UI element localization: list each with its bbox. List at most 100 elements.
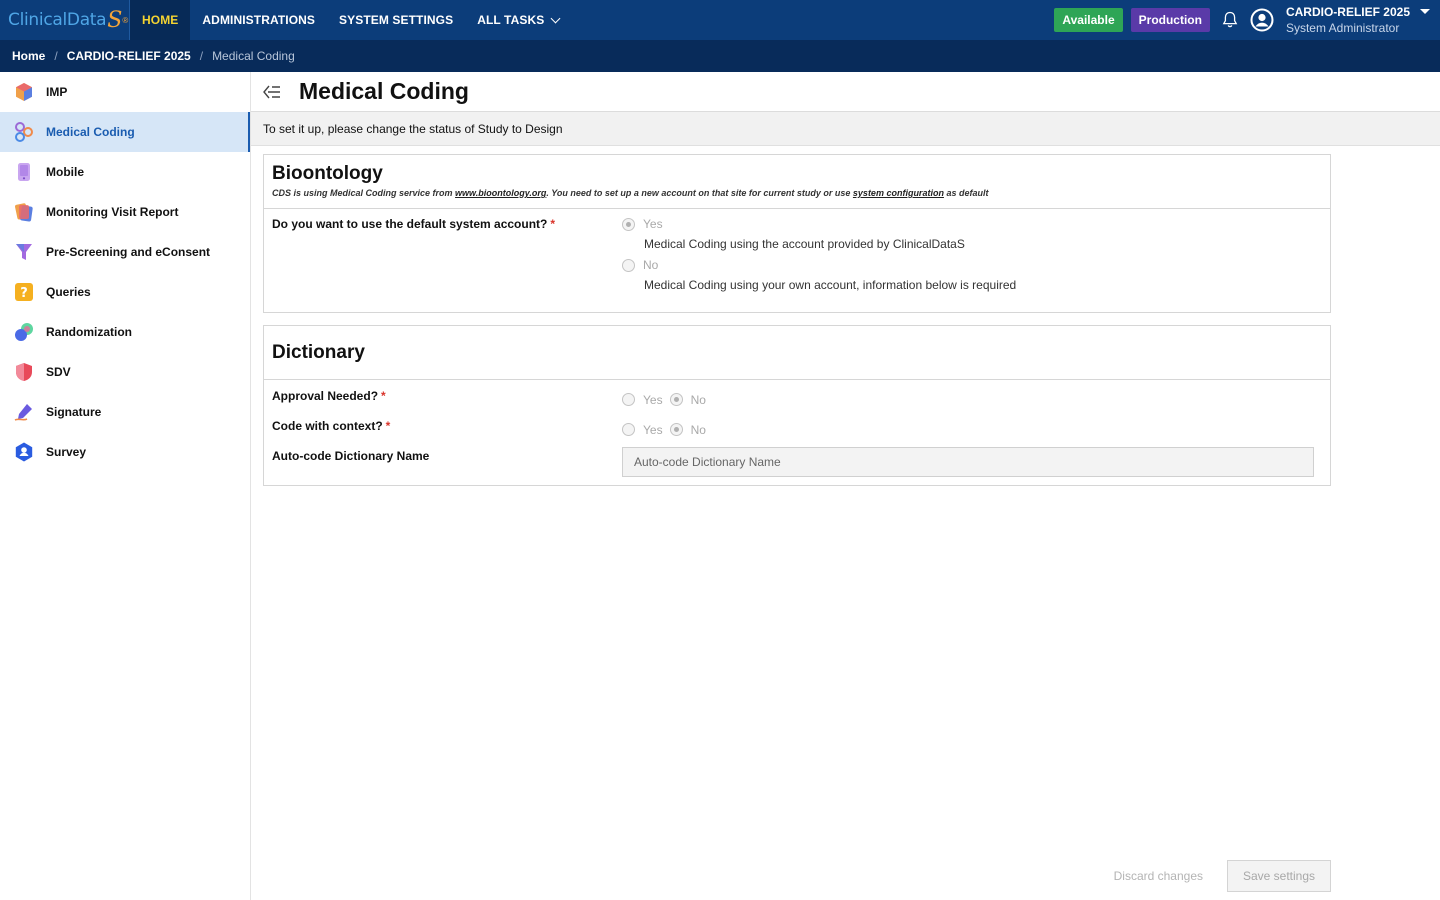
sidebar-item-label: IMP (46, 85, 68, 99)
main-content: Medical Coding To set it up, please chan… (251, 72, 1440, 900)
sidebar-item-imp[interactable]: IMP (0, 72, 250, 112)
autocode-dictionary-input[interactable]: Auto-code Dictionary Name (622, 447, 1314, 477)
dictionary-section: Dictionary Approval Needed? * Yes No Code… (263, 325, 1331, 486)
section-title: Bioontology (272, 163, 383, 184)
pen-icon (13, 401, 35, 423)
bioontology-header: Bioontology CDS is using Medical Coding … (264, 155, 1330, 209)
approval-options: Yes No (622, 389, 706, 410)
sidebar-item-label: Monitoring Visit Report (46, 205, 179, 219)
user-menu[interactable]: CARDIO-RELIEF 2025 System Administrator (1286, 5, 1410, 36)
sidebar-item-label: Medical Coding (46, 125, 135, 139)
sidebar-item-label: Randomization (46, 325, 132, 339)
approval-radio-yes[interactable] (622, 393, 635, 406)
collapse-sidebar-icon[interactable] (263, 82, 283, 102)
logo-text: ClinicalData (8, 10, 107, 30)
account-icon[interactable] (1250, 8, 1274, 32)
logo-registered-mark: ® (122, 15, 129, 25)
approval-radio-no[interactable] (669, 393, 683, 406)
current-study-name: CARDIO-RELIEF 2025 (1285, 4, 1410, 19)
caret-down-icon[interactable] (1420, 8, 1430, 14)
sidebar-item-label: Mobile (46, 165, 84, 179)
form-actions: Discard changes Save settings (1114, 860, 1331, 892)
section-title: Dictionary (272, 342, 365, 363)
context-radio-yes[interactable] (622, 423, 635, 436)
report-icon (13, 201, 35, 223)
breadcrumb-study[interactable]: CARDIO-RELIEF 2025 (67, 49, 191, 63)
cube-icon (13, 81, 35, 103)
breadcrumb-separator: / (199, 49, 204, 63)
status-badge: Available (1054, 8, 1123, 32)
option-label: Yes (643, 392, 663, 407)
sidebar-item-label: SDV (46, 365, 71, 379)
system-configuration-link[interactable]: system configuration (853, 188, 944, 198)
sidebar-item-monitoring-visit-report[interactable]: Monitoring Visit Report (0, 192, 250, 232)
nav-all-tasks[interactable]: ALL TASKS (465, 0, 571, 40)
required-mark: * (385, 419, 391, 433)
sidebar-item-signature[interactable]: Signature (0, 392, 250, 432)
option-yes[interactable]: Yes (622, 217, 1016, 231)
context-label: Code with context? (272, 419, 383, 433)
description-text: CDS is using Medical Coding service from (272, 188, 456, 198)
sidebar-item-pre-screening-econsent[interactable]: Pre-Screening and eConsent (0, 232, 250, 272)
option-description: Medical Coding using your own account, i… (644, 278, 1017, 292)
nav-home-label: HOME (142, 13, 179, 27)
breadcrumb-home[interactable]: Home (12, 49, 45, 63)
clinicaldatas-logo[interactable]: ClinicalData S ® (0, 0, 130, 40)
sidebar: IMP Medical Coding Mobile Monitoring Vis… (0, 72, 251, 900)
bell-icon[interactable] (1218, 8, 1242, 32)
bioontology-section: Bioontology CDS is using Medical Coding … (263, 154, 1331, 313)
option-label: Yes (643, 217, 663, 231)
section-description: CDS is using Medical Coding service from… (272, 188, 1322, 198)
field-label: Approval Needed? * (264, 389, 622, 410)
context-radio-no[interactable] (669, 423, 683, 436)
default-account-question: Do you want to use the default system ac… (272, 217, 548, 231)
option-label: No (690, 422, 706, 437)
context-row: Code with context? * Yes No (264, 410, 1330, 440)
sidebar-item-survey[interactable]: Survey (0, 432, 250, 472)
option-label: No (690, 392, 706, 407)
required-mark: * (381, 389, 386, 403)
mobile-icon (13, 161, 35, 183)
svg-text:?: ? (20, 286, 28, 301)
field-label: Code with context? * (264, 419, 622, 440)
nav-system-settings[interactable]: SYSTEM SETTINGS (327, 0, 465, 40)
nav-all-tasks-label: ALL TASKS (477, 13, 545, 27)
sidebar-item-label: Pre-Screening and eConsent (46, 245, 211, 259)
context-options: Yes No (622, 419, 706, 440)
required-mark: * (550, 217, 556, 231)
sidebar-item-sdv[interactable]: SDV (0, 352, 250, 392)
sidebar-item-mobile[interactable]: Mobile (0, 152, 250, 192)
nav-home[interactable]: HOME (130, 0, 191, 40)
description-text: as default (943, 188, 989, 198)
sidebar-item-randomization[interactable]: Randomization (0, 312, 250, 352)
nav-administrations[interactable]: ADMINISTRATIONS (190, 0, 327, 40)
question-icon: ? (13, 281, 35, 303)
funnel-icon (13, 241, 35, 263)
page-title: Medical Coding (299, 78, 469, 104)
option-no[interactable]: No (622, 258, 1016, 272)
coding-icon (13, 121, 35, 143)
breadcrumb-separator: / (54, 49, 58, 63)
field-label: Do you want to use the default system ac… (264, 217, 622, 292)
radio-yes[interactable] (622, 217, 635, 231)
default-account-row: Do you want to use the default system ac… (264, 209, 1330, 292)
sidebar-item-queries[interactable]: ? Queries (0, 272, 250, 312)
radio-no[interactable] (622, 258, 635, 272)
approval-row: Approval Needed? * Yes No (264, 380, 1330, 410)
option-label: Yes (643, 422, 663, 437)
logo-mark: S (107, 7, 123, 33)
user-role: System Administrator (1285, 20, 1400, 35)
discard-changes-button[interactable]: Discard changes (1114, 869, 1203, 883)
environment-badge: Production (1130, 8, 1210, 32)
top-navigation-bar: ClinicalData S ® HOME ADMINISTRATIONS SY… (0, 0, 1440, 40)
chevron-down-icon (550, 13, 561, 23)
option-description: Medical Coding using the account provide… (644, 237, 965, 251)
sidebar-item-label: Queries (46, 285, 91, 299)
sidebar-item-label: Signature (46, 405, 102, 419)
autocode-row: Auto-code Dictionary Name Auto-code Dict… (264, 440, 1330, 477)
save-settings-button[interactable]: Save settings (1227, 860, 1331, 892)
status-notice: To set it up, please change the status o… (251, 112, 1440, 146)
dictionary-header: Dictionary (264, 326, 1330, 380)
sidebar-item-medical-coding[interactable]: Medical Coding (0, 112, 250, 152)
bioontology-link[interactable]: www.bioontology.org (455, 188, 546, 198)
